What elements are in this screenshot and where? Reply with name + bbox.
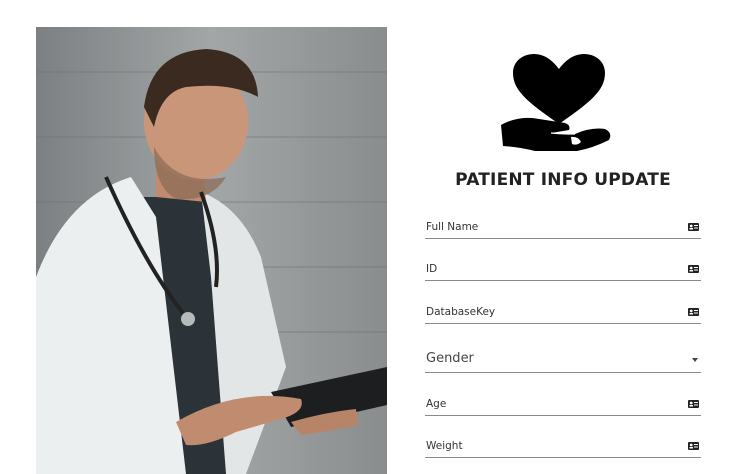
database-key-label: DatabaseKey bbox=[426, 306, 496, 318]
id-card-icon bbox=[688, 308, 699, 316]
id-field[interactable]: ID bbox=[425, 260, 701, 281]
weight-field[interactable]: Weight bbox=[425, 437, 701, 458]
id-card-icon bbox=[688, 265, 699, 273]
gender-select[interactable]: Gender bbox=[425, 350, 701, 373]
page-title: PATIENT INFO UPDATE bbox=[455, 170, 671, 190]
id-label: ID bbox=[426, 263, 438, 275]
id-card-icon bbox=[688, 400, 699, 408]
id-card-icon bbox=[688, 442, 699, 450]
full-name-label: Full Name bbox=[426, 221, 479, 233]
heart-in-hand-icon bbox=[499, 53, 617, 153]
database-key-field[interactable]: DatabaseKey bbox=[425, 303, 701, 324]
age-label: Age bbox=[426, 398, 447, 410]
caret-down-icon[interactable] bbox=[692, 358, 698, 362]
gender-label: Gender bbox=[426, 351, 474, 366]
age-field[interactable]: Age bbox=[425, 395, 701, 416]
id-card-icon bbox=[688, 223, 699, 231]
doctor-photo bbox=[36, 27, 387, 474]
full-name-field[interactable]: Full Name bbox=[425, 218, 701, 239]
weight-label: Weight bbox=[426, 440, 463, 452]
